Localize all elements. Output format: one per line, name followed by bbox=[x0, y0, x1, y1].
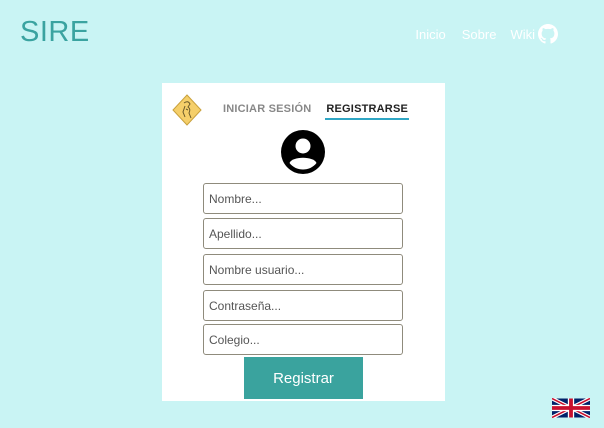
first-name-input[interactable] bbox=[203, 183, 403, 214]
register-card: INICIAR SESIÓN REGISTRARSE Registrar bbox=[162, 83, 445, 401]
nav-about-link[interactable]: Sobre bbox=[462, 27, 497, 42]
tab-login[interactable]: INICIAR SESIÓN bbox=[223, 103, 311, 120]
top-nav: Inicio Sobre Wiki bbox=[399, 24, 558, 44]
username-input[interactable] bbox=[203, 254, 403, 285]
school-input[interactable] bbox=[203, 324, 403, 355]
last-name-input[interactable] bbox=[203, 218, 403, 249]
password-input[interactable] bbox=[203, 290, 403, 321]
auth-tabs: INICIAR SESIÓN REGISTRARSE bbox=[223, 103, 410, 120]
brand-title[interactable]: SIRE bbox=[20, 16, 90, 49]
lion-logo-icon bbox=[172, 94, 202, 126]
nav-wiki-label: Wiki bbox=[510, 26, 535, 42]
nav-home-link[interactable]: Inicio bbox=[415, 27, 445, 42]
register-button[interactable]: Registrar bbox=[244, 357, 363, 399]
tab-register[interactable]: REGISTRARSE bbox=[325, 103, 410, 120]
github-icon bbox=[538, 24, 558, 44]
nav-wiki-link[interactable]: Wiki bbox=[510, 24, 558, 44]
user-avatar-icon bbox=[281, 130, 325, 174]
uk-flag-icon[interactable] bbox=[552, 398, 590, 418]
